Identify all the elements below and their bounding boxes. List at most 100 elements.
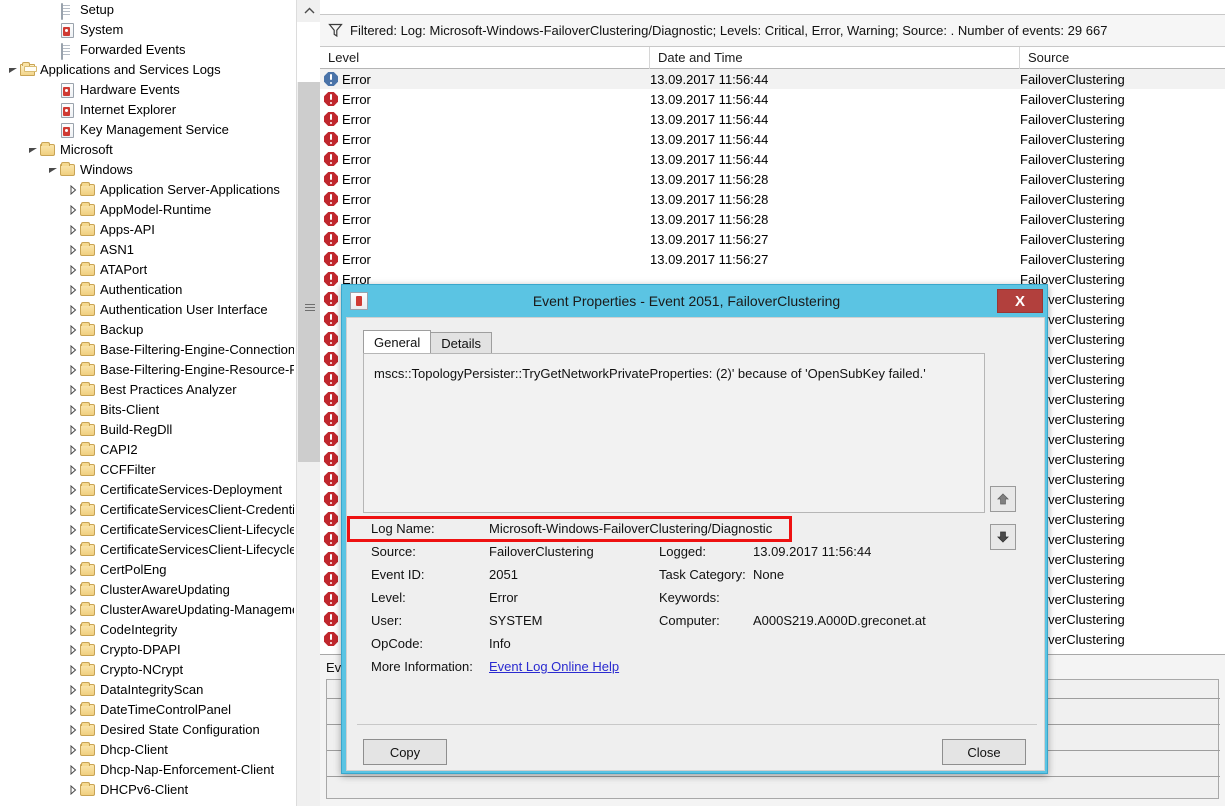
chevron-right-icon[interactable] bbox=[66, 765, 80, 775]
tree-item[interactable]: CertificateServices-Deployment bbox=[0, 480, 296, 500]
table-row[interactable]: Error13.09.2017 11:56:27FailoverClusteri… bbox=[320, 229, 1225, 249]
tree-item[interactable]: CCFFilter bbox=[0, 460, 296, 480]
tree-item[interactable]: Windows bbox=[0, 160, 296, 180]
tree-item[interactable]: ClusterAwareUpdating-Management bbox=[0, 600, 296, 620]
event-log-online-help-link[interactable]: Event Log Online Help bbox=[489, 659, 619, 674]
chevron-right-icon[interactable] bbox=[66, 525, 80, 535]
tree-item[interactable]: Desired State Configuration bbox=[0, 720, 296, 740]
table-row[interactable]: Error13.09.2017 11:56:44FailoverClusteri… bbox=[320, 89, 1225, 109]
chevron-right-icon[interactable] bbox=[66, 665, 80, 675]
column-header-date-and-time[interactable]: Date and Time bbox=[650, 47, 1020, 69]
tree-item[interactable]: Application Server-Applications bbox=[0, 180, 296, 200]
tree-item[interactable]: Bits-Client bbox=[0, 400, 296, 420]
chevron-down-icon[interactable] bbox=[26, 146, 40, 154]
tree-item[interactable]: Crypto-DPAPI bbox=[0, 640, 296, 660]
chevron-right-icon[interactable] bbox=[66, 425, 80, 435]
chevron-right-icon[interactable] bbox=[66, 445, 80, 455]
chevron-right-icon[interactable] bbox=[66, 685, 80, 695]
tree-item[interactable]: Dhcp-Client bbox=[0, 740, 296, 760]
close-icon[interactable]: X bbox=[997, 289, 1043, 313]
chevron-right-icon[interactable] bbox=[66, 585, 80, 595]
chevron-right-icon[interactable] bbox=[66, 565, 80, 575]
chevron-right-icon[interactable] bbox=[66, 625, 80, 635]
tree-item[interactable]: Setup bbox=[0, 0, 296, 20]
chevron-right-icon[interactable] bbox=[66, 205, 80, 215]
dialog-tabs[interactable]: General Details bbox=[363, 330, 491, 354]
tree-item[interactable]: CAPI2 bbox=[0, 440, 296, 460]
table-row[interactable]: Error13.09.2017 11:56:44FailoverClusteri… bbox=[320, 109, 1225, 129]
chevron-down-icon[interactable] bbox=[6, 66, 20, 74]
scroll-up-arrow-icon[interactable] bbox=[297, 0, 321, 22]
column-header-level[interactable]: Level bbox=[320, 47, 650, 69]
tree-item[interactable]: Forwarded Events bbox=[0, 40, 296, 60]
table-row[interactable]: Error13.09.2017 11:56:44FailoverClusteri… bbox=[320, 149, 1225, 169]
table-row[interactable]: Error13.09.2017 11:56:27FailoverClusteri… bbox=[320, 249, 1225, 269]
tree-item[interactable]: Hardware Events bbox=[0, 80, 296, 100]
tree-item[interactable]: CertPolEng bbox=[0, 560, 296, 580]
chevron-right-icon[interactable] bbox=[66, 505, 80, 515]
scrollbar-track-upper[interactable] bbox=[297, 22, 321, 82]
tree-item[interactable]: System bbox=[0, 20, 296, 40]
chevron-right-icon[interactable] bbox=[66, 485, 80, 495]
table-row[interactable]: Error13.09.2017 11:56:28FailoverClusteri… bbox=[320, 189, 1225, 209]
tab-general[interactable]: General bbox=[363, 330, 431, 354]
tree-item[interactable]: Dhcp-Nap-Enforcement-Client bbox=[0, 760, 296, 780]
tree-item[interactable]: Microsoft bbox=[0, 140, 296, 160]
chevron-right-icon[interactable] bbox=[66, 325, 80, 335]
chevron-right-icon[interactable] bbox=[66, 225, 80, 235]
tree-item[interactable]: Internet Explorer bbox=[0, 100, 296, 120]
tree-item[interactable]: AppModel-Runtime bbox=[0, 200, 296, 220]
table-row[interactable]: Error13.09.2017 11:56:28FailoverClusteri… bbox=[320, 169, 1225, 189]
tree-item[interactable]: CertificateServicesClient-CredentialRoam… bbox=[0, 500, 296, 520]
table-row[interactable]: Error13.09.2017 11:56:28FailoverClusteri… bbox=[320, 209, 1225, 229]
tree-item[interactable]: DHCPv6-Client bbox=[0, 780, 296, 800]
next-event-button[interactable] bbox=[990, 524, 1016, 550]
tree-item[interactable]: Base-Filtering-Engine-Resource-Flows bbox=[0, 360, 296, 380]
chevron-down-icon[interactable] bbox=[46, 166, 60, 174]
chevron-right-icon[interactable] bbox=[66, 545, 80, 555]
chevron-right-icon[interactable] bbox=[66, 785, 80, 795]
chevron-right-icon[interactable] bbox=[66, 365, 80, 375]
chevron-right-icon[interactable] bbox=[66, 465, 80, 475]
close-button[interactable]: Close bbox=[942, 739, 1026, 765]
list-column-headers[interactable]: Level Date and Time Source bbox=[320, 47, 1225, 69]
event-message-box[interactable]: mscs::TopologyPersister::TryGetNetworkPr… bbox=[363, 353, 985, 513]
chevron-right-icon[interactable] bbox=[66, 345, 80, 355]
console-tree[interactable]: SetupSystemForwarded EventsApplications … bbox=[0, 0, 296, 806]
chevron-right-icon[interactable] bbox=[66, 745, 80, 755]
tree-item[interactable]: DateTimeControlPanel bbox=[0, 700, 296, 720]
chevron-right-icon[interactable] bbox=[66, 605, 80, 615]
tree-item[interactable]: Key Management Service bbox=[0, 120, 296, 140]
chevron-right-icon[interactable] bbox=[66, 705, 80, 715]
tree-item[interactable]: Base-Filtering-Engine-Connections bbox=[0, 340, 296, 360]
chevron-right-icon[interactable] bbox=[66, 185, 80, 195]
chevron-right-icon[interactable] bbox=[66, 385, 80, 395]
tree-item[interactable]: Authentication bbox=[0, 280, 296, 300]
table-row[interactable]: Error13.09.2017 11:56:44FailoverClusteri… bbox=[320, 69, 1225, 89]
tree-item[interactable]: Build-RegDll bbox=[0, 420, 296, 440]
table-row[interactable]: Error13.09.2017 11:56:44FailoverClusteri… bbox=[320, 129, 1225, 149]
tree-item[interactable]: DataIntegrityScan bbox=[0, 680, 296, 700]
tree-item[interactable]: ATAPort bbox=[0, 260, 296, 280]
tree-item[interactable]: ClusterAwareUpdating bbox=[0, 580, 296, 600]
tree-item[interactable]: Backup bbox=[0, 320, 296, 340]
copy-button[interactable]: Copy bbox=[363, 739, 447, 765]
chevron-right-icon[interactable] bbox=[66, 725, 80, 735]
tree-item[interactable]: CertificateServicesClient-Lifecycle-Syst… bbox=[0, 520, 296, 540]
scrollbar-thumb[interactable] bbox=[298, 82, 320, 462]
tree-item[interactable]: Apps-API bbox=[0, 220, 296, 240]
tree-item[interactable]: CertificateServicesClient-Lifecycle-User bbox=[0, 540, 296, 560]
chevron-right-icon[interactable] bbox=[66, 405, 80, 415]
dialog-title-bar[interactable]: Event Properties - Event 2051, FailoverC… bbox=[346, 285, 1045, 317]
tree-item[interactable]: Applications and Services Logs bbox=[0, 60, 296, 80]
tree-item[interactable]: Crypto-NCrypt bbox=[0, 660, 296, 680]
chevron-right-icon[interactable] bbox=[66, 245, 80, 255]
chevron-right-icon[interactable] bbox=[66, 305, 80, 315]
tab-details[interactable]: Details bbox=[430, 332, 492, 354]
tree-item[interactable]: Authentication User Interface bbox=[0, 300, 296, 320]
previous-event-button[interactable] bbox=[990, 486, 1016, 512]
filter-status-bar[interactable]: Filtered: Log: Microsoft-Windows-Failove… bbox=[320, 14, 1225, 47]
column-header-source[interactable]: Source bbox=[1020, 47, 1225, 69]
tree-scrollbar[interactable] bbox=[296, 0, 320, 806]
tree-item[interactable]: Best Practices Analyzer bbox=[0, 380, 296, 400]
